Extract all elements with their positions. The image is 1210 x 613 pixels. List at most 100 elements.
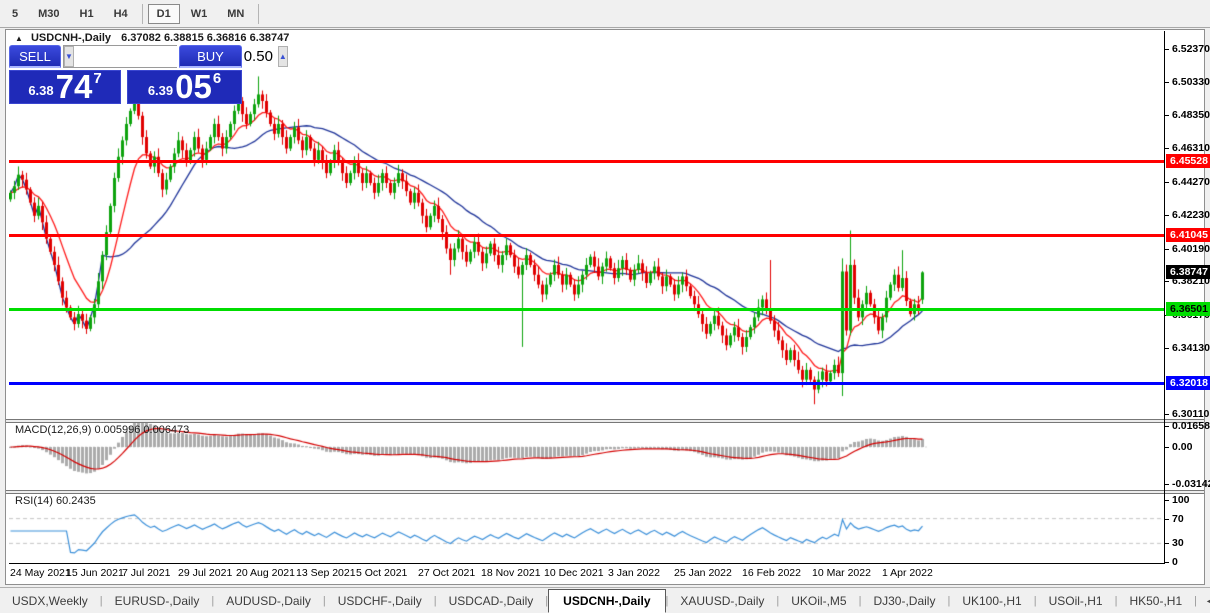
time-axis-label: 10 Dec 2021: [544, 567, 604, 579]
level-line-6.45528[interactable]: [9, 160, 1164, 163]
rsi-axis-label: 30: [1172, 537, 1184, 549]
timeframe-button-h4[interactable]: H4: [105, 4, 137, 24]
timeframe-button-m30[interactable]: M30: [29, 4, 68, 24]
volume-stepper: ▼ ▲: [63, 45, 177, 68]
time-axis-label: 3 Jan 2022: [608, 567, 660, 579]
volume-input[interactable]: [74, 46, 278, 67]
time-axis-label: 27 Oct 2021: [418, 567, 475, 579]
rsi-axis-label: 0: [1172, 556, 1178, 568]
chart-tab-usdcnh-daily[interactable]: USDCNH-,Daily: [548, 589, 665, 613]
sell-price-base: 6.38: [28, 83, 53, 98]
macd-indicator-label: MACD(12,26,9) 0.005996 0.006473: [15, 424, 189, 436]
time-axis-label: 18 Nov 2021: [481, 567, 541, 579]
chart-tab-eurusd-daily[interactable]: EURUSD-,Daily: [103, 590, 212, 612]
level-line-6.41045[interactable]: [9, 234, 1164, 237]
volume-decrease-icon[interactable]: ▼: [64, 46, 74, 67]
buy-price-base: 6.39: [148, 83, 173, 98]
rsi-axis-label: 70: [1172, 513, 1184, 525]
chart-ohlc-values: 6.37082 6.38815 6.36816 6.38747: [121, 32, 289, 44]
timeframe-button-5[interactable]: 5: [3, 4, 27, 24]
macd-axis-label: -0.031421: [1172, 478, 1210, 490]
price-axis-tick: [1164, 249, 1169, 250]
price-axis-tick: [1164, 115, 1169, 116]
time-axis-label: 25 Jan 2022: [674, 567, 732, 579]
time-axis-line: [9, 563, 1165, 564]
chart-tab-ukoil-m5[interactable]: UKOil-,M5: [779, 590, 858, 612]
timeframe-toolbar: 5M30H1H4 D1W1MN: [0, 0, 1210, 28]
rsi-axis-tick: [1164, 500, 1169, 501]
tabs-scroll-left-icon[interactable]: ◄: [1205, 596, 1210, 606]
chart-tab-audusd-daily[interactable]: AUDUSD-,Daily: [214, 590, 323, 612]
chart-tab-usoil-h1[interactable]: USOil-,H1: [1037, 590, 1115, 612]
level-price-tag: 6.32018: [1166, 376, 1210, 390]
price-axis-label: 6.42230: [1172, 209, 1210, 221]
volume-increase-icon[interactable]: ▲: [278, 46, 288, 67]
price-axis-label: 6.30110: [1172, 408, 1209, 420]
rsi-indicator-label: RSI(14) 60.2435: [15, 495, 96, 507]
chart-window: ▲ USDCNH-,Daily 6.37082 6.38815 6.36816 …: [5, 29, 1205, 585]
time-axis-label: 5 Oct 2021: [356, 567, 407, 579]
chart-tab-uk100-h1[interactable]: UK100-,H1: [950, 590, 1033, 612]
macd-pane-separator[interactable]: [6, 419, 1204, 423]
chart-symbol-period: USDCNH-,Daily: [31, 32, 111, 44]
level-line-6.36501[interactable]: [9, 308, 1164, 311]
price-axis-tick: [1164, 148, 1169, 149]
chart-tab-bar: USDX,Weekly|EURUSD-,Daily|AUDUSD-,Daily|…: [0, 587, 1210, 613]
sell-button[interactable]: SELL: [9, 45, 61, 68]
rsi-axis-tick: [1164, 519, 1169, 520]
price-axis-label: 6.34130: [1172, 342, 1210, 354]
price-axis-label: 6.40190: [1172, 243, 1210, 255]
sell-price-display[interactable]: 6.38 74 7: [9, 70, 121, 104]
rsi-pane-separator[interactable]: [6, 490, 1204, 494]
price-axis-label: 6.46310: [1172, 142, 1210, 154]
level-price-tag: 6.45528: [1166, 154, 1210, 168]
rsi-pane-canvas[interactable]: [9, 494, 1164, 562]
chart-tab-usdcad-daily[interactable]: USDCAD-,Daily: [437, 590, 546, 612]
sell-price-point: 7: [93, 70, 101, 87]
chart-tab-usdchf-daily[interactable]: USDCHF-,Daily: [326, 590, 434, 612]
toolbar-separator: [258, 4, 259, 24]
mt4-workspace: 5M30H1H4 D1W1MN ▲ USDCNH-,Daily 6.37082 6…: [0, 0, 1210, 613]
time-axis-label: 20 Aug 2021: [236, 567, 295, 579]
time-axis-label: 29 Jul 2021: [178, 567, 232, 579]
price-axis-tick: [1164, 49, 1169, 50]
current-price-tag: 6.38747: [1166, 265, 1210, 279]
collapse-panel-icon[interactable]: ▲: [15, 34, 23, 43]
chart-title: ▲ USDCNH-,Daily 6.37082 6.38815 6.36816 …: [15, 32, 289, 44]
timeframe-button-w1[interactable]: W1: [182, 4, 217, 24]
level-line-6.32018[interactable]: [9, 382, 1164, 385]
buy-price-display[interactable]: 6.39 05 6: [127, 70, 242, 104]
time-axis-label: 7 Jul 2021: [122, 567, 170, 579]
toolbar-separator: [142, 4, 143, 24]
time-axis-label: 24 May 2021: [10, 567, 71, 579]
timeframe-button-d1[interactable]: D1: [148, 4, 180, 24]
time-axis-label: 13 Sep 2021: [296, 567, 356, 579]
one-click-trade-panel: SELL ▼ ▲ BUY 6.38 74 7 6.39 05 6: [9, 45, 242, 104]
chart-tab-xauusd-daily[interactable]: XAUUSD-,Daily: [668, 590, 776, 612]
price-axis-label: 6.52370: [1172, 43, 1210, 55]
timeframe-button-mn[interactable]: MN: [218, 4, 253, 24]
macd-axis-label: 0.016586: [1172, 420, 1210, 432]
rsi-axis-tick: [1164, 562, 1169, 563]
time-axis-label: 10 Mar 2022: [812, 567, 871, 579]
tab-separator: |: [1194, 595, 1197, 607]
time-axis-label: 15 Jun 2021: [66, 567, 124, 579]
price-axis-tick: [1164, 82, 1169, 83]
time-axis-label: 1 Apr 2022: [882, 567, 933, 579]
level-price-tag: 6.41045: [1166, 228, 1210, 242]
buy-price-point: 6: [213, 70, 221, 87]
price-axis-tick: [1164, 182, 1169, 183]
chart-tab-dj30-daily[interactable]: DJ30-,Daily: [861, 590, 947, 612]
price-axis-tick: [1164, 281, 1169, 282]
price-axis-label: 6.48350: [1172, 109, 1210, 121]
price-axis-tick: [1164, 414, 1169, 415]
buy-button[interactable]: BUY: [179, 45, 242, 68]
macd-axis-label: 0.00: [1172, 441, 1192, 453]
macd-axis-tick: [1164, 447, 1169, 448]
chart-tab-usdx-weekly[interactable]: USDX,Weekly: [0, 590, 100, 612]
price-axis-tick: [1164, 215, 1169, 216]
chart-tab-hk50-h1[interactable]: HK50-,H1: [1117, 590, 1194, 612]
price-axis-label: 6.44270: [1172, 176, 1210, 188]
timeframe-button-h1[interactable]: H1: [71, 4, 103, 24]
rsi-axis-tick: [1164, 543, 1169, 544]
